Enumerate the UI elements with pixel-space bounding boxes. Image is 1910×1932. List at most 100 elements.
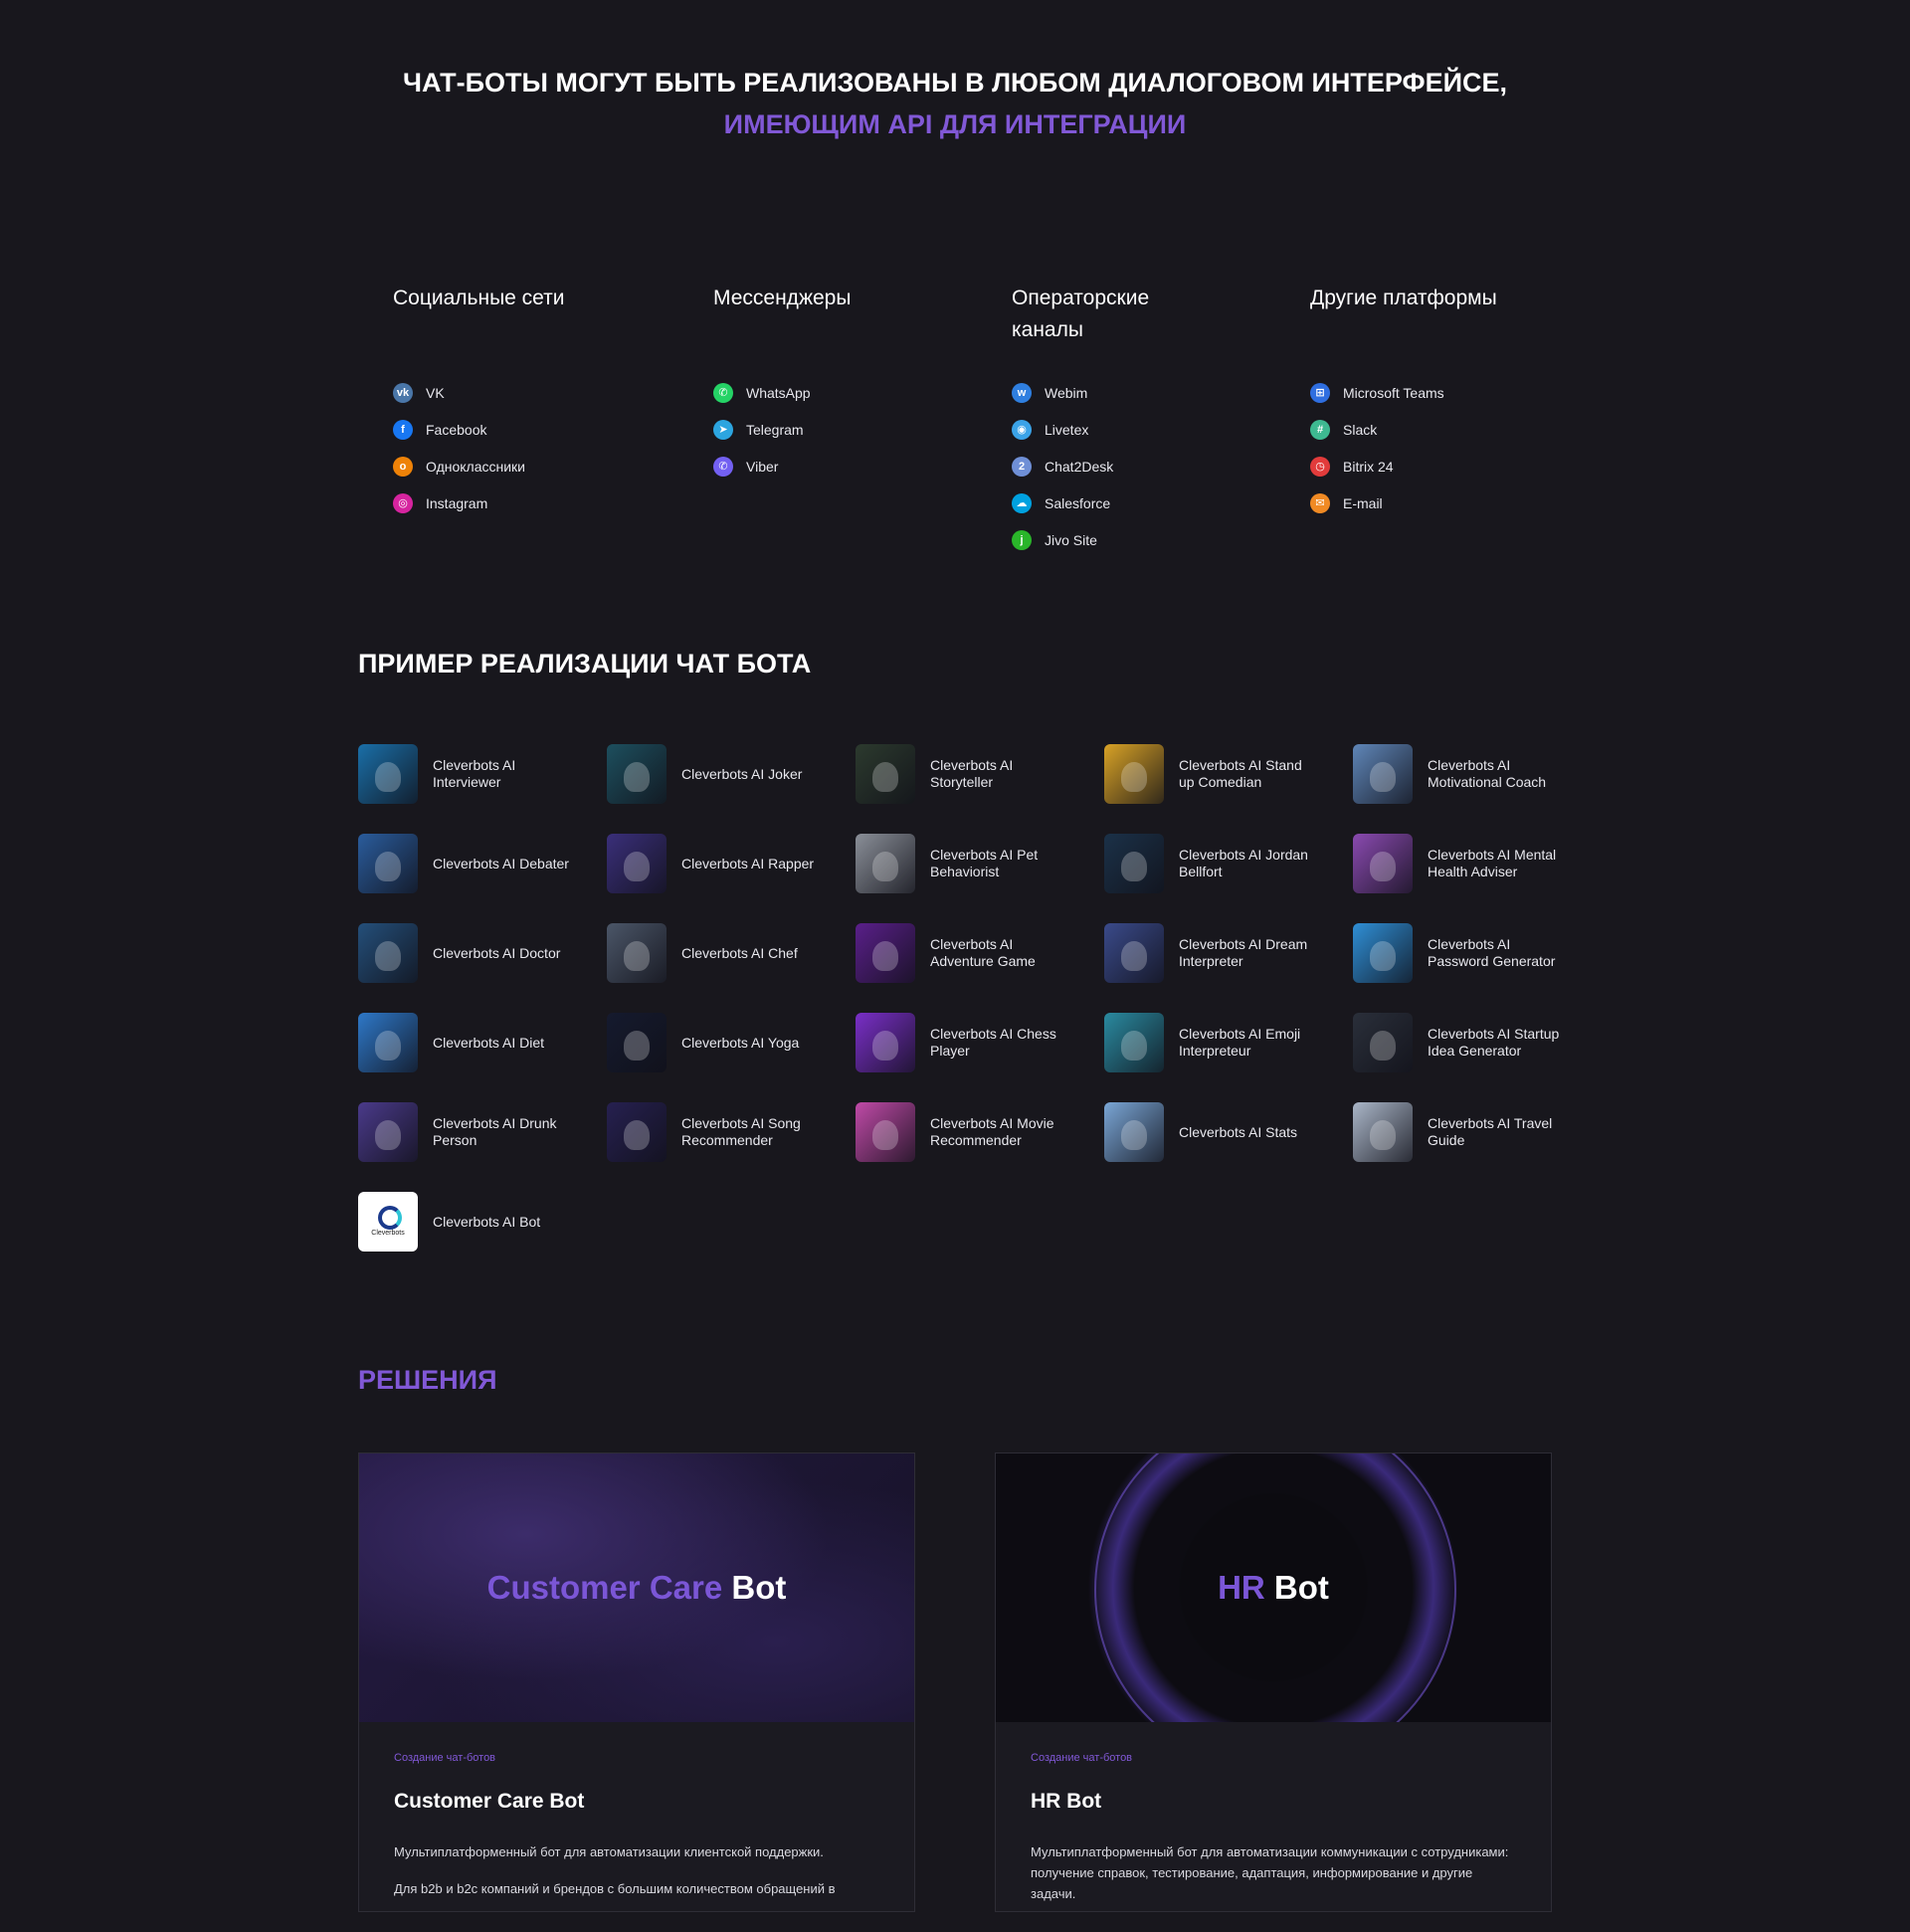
bot-thumbnail [856,834,915,893]
channel-label: Instagram [426,494,488,511]
bot-label: Cleverbots AI Rapper [681,855,815,871]
bot-label: Cleverbots AI Password Generator [1428,936,1556,969]
bot-thumbnail [1104,834,1164,893]
bot-example-item[interactable]: Cleverbots AI Diet [358,1013,597,1072]
channel-label: Telegram [746,421,804,438]
bot-label: Cleverbots AI Travel Guide [1428,1115,1553,1148]
bot-label: Cleverbots AI Chess Player [930,1026,1056,1059]
channel-item[interactable]: ◷ Bitrix 24 [1310,448,1444,484]
solution-card-customer-care[interactable]: Customer Care Bot Создание чат-ботов Cus… [358,1452,915,1912]
bot-example-item[interactable]: Cleverbots AI Mental Health Adviser [1353,834,1592,893]
bot-thumbnail [856,744,915,804]
channel-item[interactable]: ✉ E-mail [1310,484,1444,521]
vk-icon: vk [393,382,413,403]
channel-item[interactable]: vk VK [393,374,525,411]
channel-label: Chat2Desk [1045,458,1114,475]
bot-example-item[interactable]: Cleverbots AI Stand up Comedian [1104,744,1343,804]
channel-item[interactable]: о Одноклассники [393,448,525,484]
channel-list: vk VK f Facebook о Одноклассники ◎ Instagram [393,374,525,521]
bot-example-item[interactable]: Cleverbots AI Rapper [607,834,846,893]
bot-example-item[interactable]: Cleverbots AI Yoga [607,1013,846,1072]
banner-title: HR Bot [1218,1569,1329,1607]
channel-item[interactable]: ◉ Livetex [1012,411,1113,448]
whatsapp-icon: ✆ [713,382,733,403]
channel-item[interactable]: ➤ Telegram [713,411,811,448]
channel-item[interactable]: f Facebook [393,411,525,448]
salesforce-icon: ☁ [1012,492,1032,513]
solution-title[interactable]: HR Bot [1031,1790,1516,1814]
livetex-icon: ◉ [1012,419,1032,440]
bot-example-item[interactable]: Cleverbots AI Interviewer [358,744,597,804]
bot-example-item[interactable]: Cleverbots AI Movie Recommender [856,1102,1094,1162]
channel-item[interactable]: ⊞ Microsoft Teams [1310,374,1444,411]
banner-title: Customer Care Bot [487,1569,787,1607]
bot-label: Cleverbots AI Emoji Interpreteur [1179,1026,1301,1059]
bot-example-item[interactable]: Cleverbots AI Joker [607,744,846,804]
bot-example-item[interactable]: Cleverbots AI Pet Behaviorist [856,834,1094,893]
bot-example-item[interactable]: Cleverbots AI Storyteller [856,744,1094,804]
channel-item[interactable]: ✆ Viber [713,448,811,484]
bot-label: Cleverbots AI Drunk Person [433,1115,557,1148]
bot-example-item[interactable]: Cleverbots AI Motivational Coach [1353,744,1592,804]
bot-example-item[interactable]: Cleverbots AI Password Generator [1353,923,1592,983]
channel-label: E-mail [1343,494,1383,511]
solution-card-hr[interactable]: HR Bot Создание чат-ботов HR Bot Мультип… [995,1452,1552,1912]
banner-title-accent: Customer Care [486,1569,723,1606]
slack-icon: # [1310,419,1330,440]
banner-title-accent: HR [1218,1569,1265,1606]
chat2desk-icon: 2 [1012,456,1032,477]
solution-tag[interactable]: Создание чат-ботов [394,1752,879,1764]
bot-example-item[interactable]: Cleverbots Cleverbots AI Bot [358,1192,597,1252]
channel-column-operators: Операторские каналы w Webim ◉ Livetex 2 Chat2… [1012,283,1191,550]
channel-column-other: Другие платформы ⊞ Microsoft Teams # Slack ◷… [1310,283,1569,513]
bot-example-item[interactable]: Cleverbots AI Drunk Person [358,1102,597,1162]
bot-label: Cleverbots AI Diet [433,1034,545,1051]
bot-example-item[interactable]: Cleverbots AI Dream Interpreter [1104,923,1343,983]
bot-example-item[interactable]: Cleverbots AI Chess Player [856,1013,1094,1072]
channel-label: VK [426,384,445,401]
bot-example-item[interactable]: Cleverbots AI Startup Idea Generator [1353,1013,1592,1072]
bot-label: Cleverbots AI Stand up Comedian [1179,757,1302,790]
bot-example-item[interactable]: Cleverbots AI Travel Guide [1353,1102,1592,1162]
bot-thumbnail [607,834,667,893]
channels-section: Социальные сети vk VK f Facebook о Одноклассн… [393,283,1547,551]
solution-banner: HR Bot [996,1453,1551,1722]
channel-label: Salesforce [1045,494,1111,511]
solution-card-body: Создание чат-ботов Customer Care Bot Мул… [359,1722,914,1927]
bot-example-item[interactable]: Cleverbots AI Stats [1104,1102,1343,1162]
channel-item[interactable]: ☁ Salesforce [1012,484,1113,521]
bot-example-item[interactable]: Cleverbots AI Debater [358,834,597,893]
telegram-icon: ➤ [713,419,733,440]
channel-column-title: Операторские каналы [1012,287,1150,341]
solution-title[interactable]: Customer Care Bot [394,1790,879,1814]
bot-example-item[interactable]: Cleverbots AI Emoji Interpreteur [1104,1013,1343,1072]
bot-example-item[interactable]: Cleverbots AI Adventure Game [856,923,1094,983]
channel-item[interactable]: j Jivo Site [1012,521,1113,558]
bot-example-item[interactable]: Cleverbots AI Doctor [358,923,597,983]
channel-column-title: Другие платформы [1310,287,1497,309]
channel-item[interactable]: # Slack [1310,411,1444,448]
solution-tag[interactable]: Создание чат-ботов [1031,1752,1516,1764]
bot-label: Cleverbots AI Interviewer [433,757,516,790]
channel-item[interactable]: ◎ Instagram [393,484,525,521]
bot-example-item[interactable]: Cleverbots AI Song Recommender [607,1102,846,1162]
channel-column-title: Мессенджеры [713,287,852,309]
bot-example-item[interactable]: Cleverbots AI Chef [607,923,846,983]
bot-example-item[interactable]: Cleverbots AI Jordan Bellfort [1104,834,1343,893]
bot-thumbnail [1104,1102,1164,1162]
bot-label: Cleverbots AI Doctor [433,944,561,961]
channel-item[interactable]: ✆ WhatsApp [713,374,811,411]
channel-item[interactable]: w Webim [1012,374,1113,411]
channel-item[interactable]: 2 Chat2Desk [1012,448,1113,484]
solutions-title: РЕШЕНИЯ [358,1365,497,1395]
bot-label: Cleverbots AI Yoga [681,1034,800,1051]
channel-column-messengers: Мессенджеры ✆ WhatsApp ➤ Telegram ✆ Viber [713,283,972,477]
channel-label: Webim [1045,384,1088,401]
bot-label: Cleverbots AI Motivational Coach [1428,757,1547,790]
bot-thumbnail [607,923,667,983]
microsoft-teams-icon: ⊞ [1310,382,1330,403]
channel-list: ✆ WhatsApp ➤ Telegram ✆ Viber [713,374,811,484]
channel-column-social: Социальные сети vk VK f Facebook о Одноклассн… [393,283,652,513]
channel-label: Facebook [426,421,487,438]
bot-label: Cleverbots AI Jordan Bellfort [1179,847,1308,879]
